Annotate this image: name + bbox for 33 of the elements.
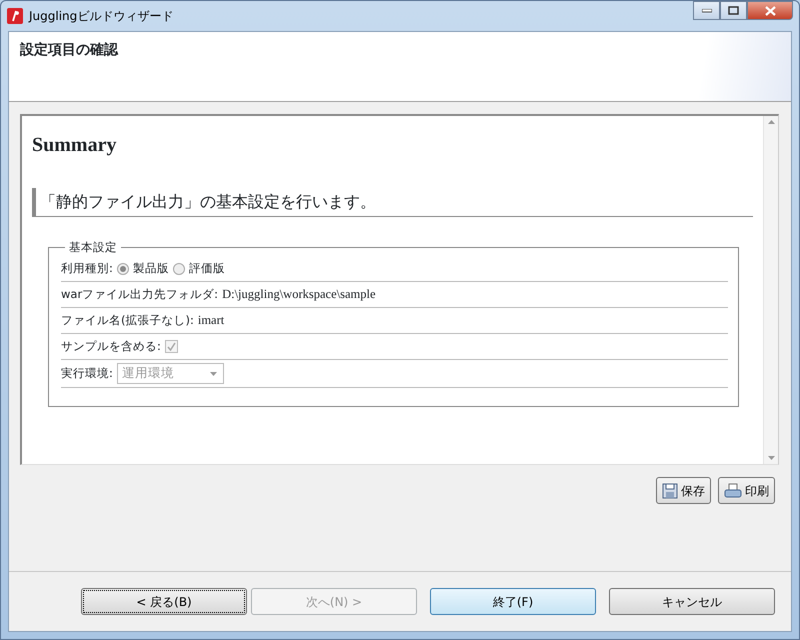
field-label: warファイル出力先フォルダ: xyxy=(61,286,218,304)
wizard-button[interactable]: 終了(F) xyxy=(430,588,596,615)
radio-button[interactable] xyxy=(116,262,129,275)
save-button[interactable]: 保存 xyxy=(656,477,711,504)
field-label: ファイル名(拡張子なし): xyxy=(61,312,194,330)
app-icon xyxy=(7,8,23,24)
minimize-button[interactable] xyxy=(693,1,720,20)
section-title: 「静的ファイル出力」の基本設定を行います。 xyxy=(32,188,753,217)
scroll-up-icon[interactable] xyxy=(768,120,774,124)
caret-icon xyxy=(210,372,217,376)
close-button[interactable] xyxy=(747,1,793,20)
scrollbar[interactable] xyxy=(763,116,778,464)
close-icon xyxy=(764,6,776,16)
radio-label: 評価版 xyxy=(188,260,225,278)
wizard-button[interactable]: キャンセル xyxy=(609,588,775,615)
minimize-icon xyxy=(702,8,712,12)
field-value: imart xyxy=(198,312,224,330)
window-title: Jugglingビルドウィザード xyxy=(29,8,174,25)
wizard-button[interactable]: < 戻る(B) xyxy=(81,588,247,615)
summary-heading: Summary xyxy=(32,133,118,158)
maximize-icon xyxy=(728,6,739,15)
scroll-down-icon[interactable] xyxy=(768,456,774,460)
field-value: D:\juggling\workspace\sample xyxy=(222,286,376,304)
printer-icon xyxy=(724,482,742,498)
field-label: 利用種別: xyxy=(61,260,113,278)
radio-button[interactable] xyxy=(172,262,185,275)
field-label: サンプルを含める: xyxy=(61,338,161,356)
maximize-button[interactable] xyxy=(720,1,747,20)
print-button[interactable]: 印刷 xyxy=(718,477,775,504)
field-label: 実行環境: xyxy=(61,365,113,382)
page-title: 設定項目の確認 xyxy=(20,40,120,60)
radio-label: 製品版 xyxy=(132,260,169,278)
group-legend: 基本設定 xyxy=(65,239,121,256)
